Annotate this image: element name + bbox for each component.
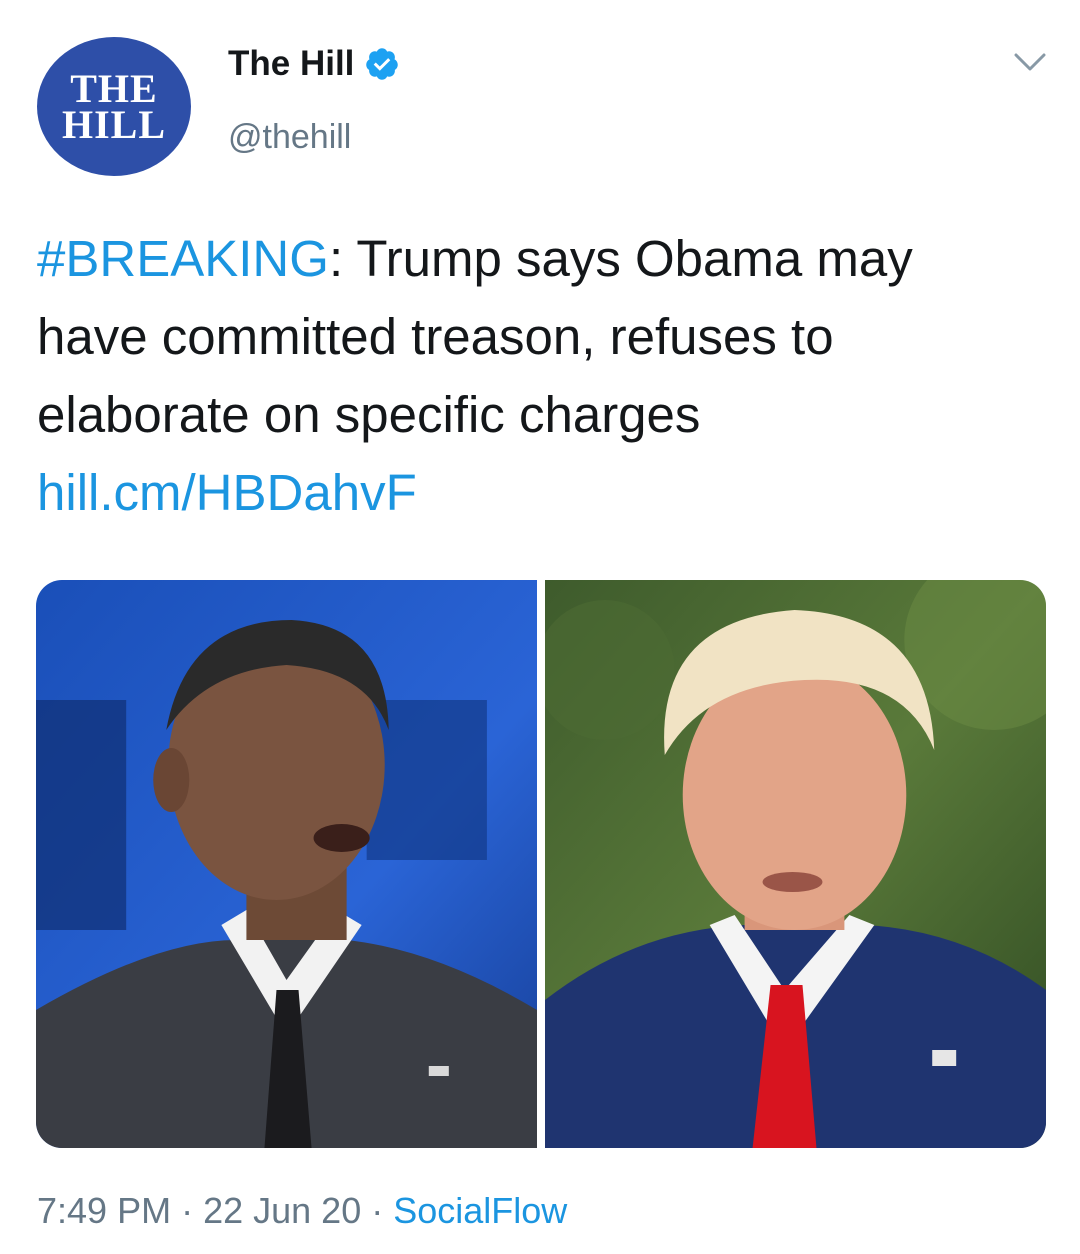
meta-separator: · bbox=[171, 1190, 204, 1231]
user-handle[interactable]: @thehill bbox=[228, 118, 351, 157]
article-link[interactable]: hill.cm/HBDahvF bbox=[37, 464, 417, 521]
meta-separator: · bbox=[361, 1190, 394, 1231]
hashtag-link[interactable]: #BREAKING bbox=[37, 230, 329, 287]
trump-photo[interactable] bbox=[545, 580, 1046, 1148]
verified-badge-icon bbox=[366, 48, 399, 80]
user-name-row[interactable]: The Hill bbox=[228, 44, 400, 84]
avatar[interactable]: THE HILL bbox=[37, 37, 191, 176]
display-name[interactable]: The Hill bbox=[228, 44, 354, 84]
tweet-source[interactable]: SocialFlow bbox=[393, 1190, 567, 1231]
tweet-text: #BREAKING: Trump says Obama may have com… bbox=[37, 220, 1037, 532]
obama-photo[interactable] bbox=[36, 580, 537, 1148]
tweet-date[interactable]: 22 Jun 20 bbox=[203, 1190, 361, 1231]
media-container bbox=[36, 580, 1046, 1148]
logo-text-line2: HILL bbox=[61, 101, 167, 147]
tweet-meta: 7:49 PM · 22 Jun 20 · SocialFlow bbox=[37, 1190, 567, 1232]
chevron-down-icon[interactable] bbox=[1012, 50, 1048, 74]
tweet-time[interactable]: 7:49 PM bbox=[37, 1190, 171, 1231]
